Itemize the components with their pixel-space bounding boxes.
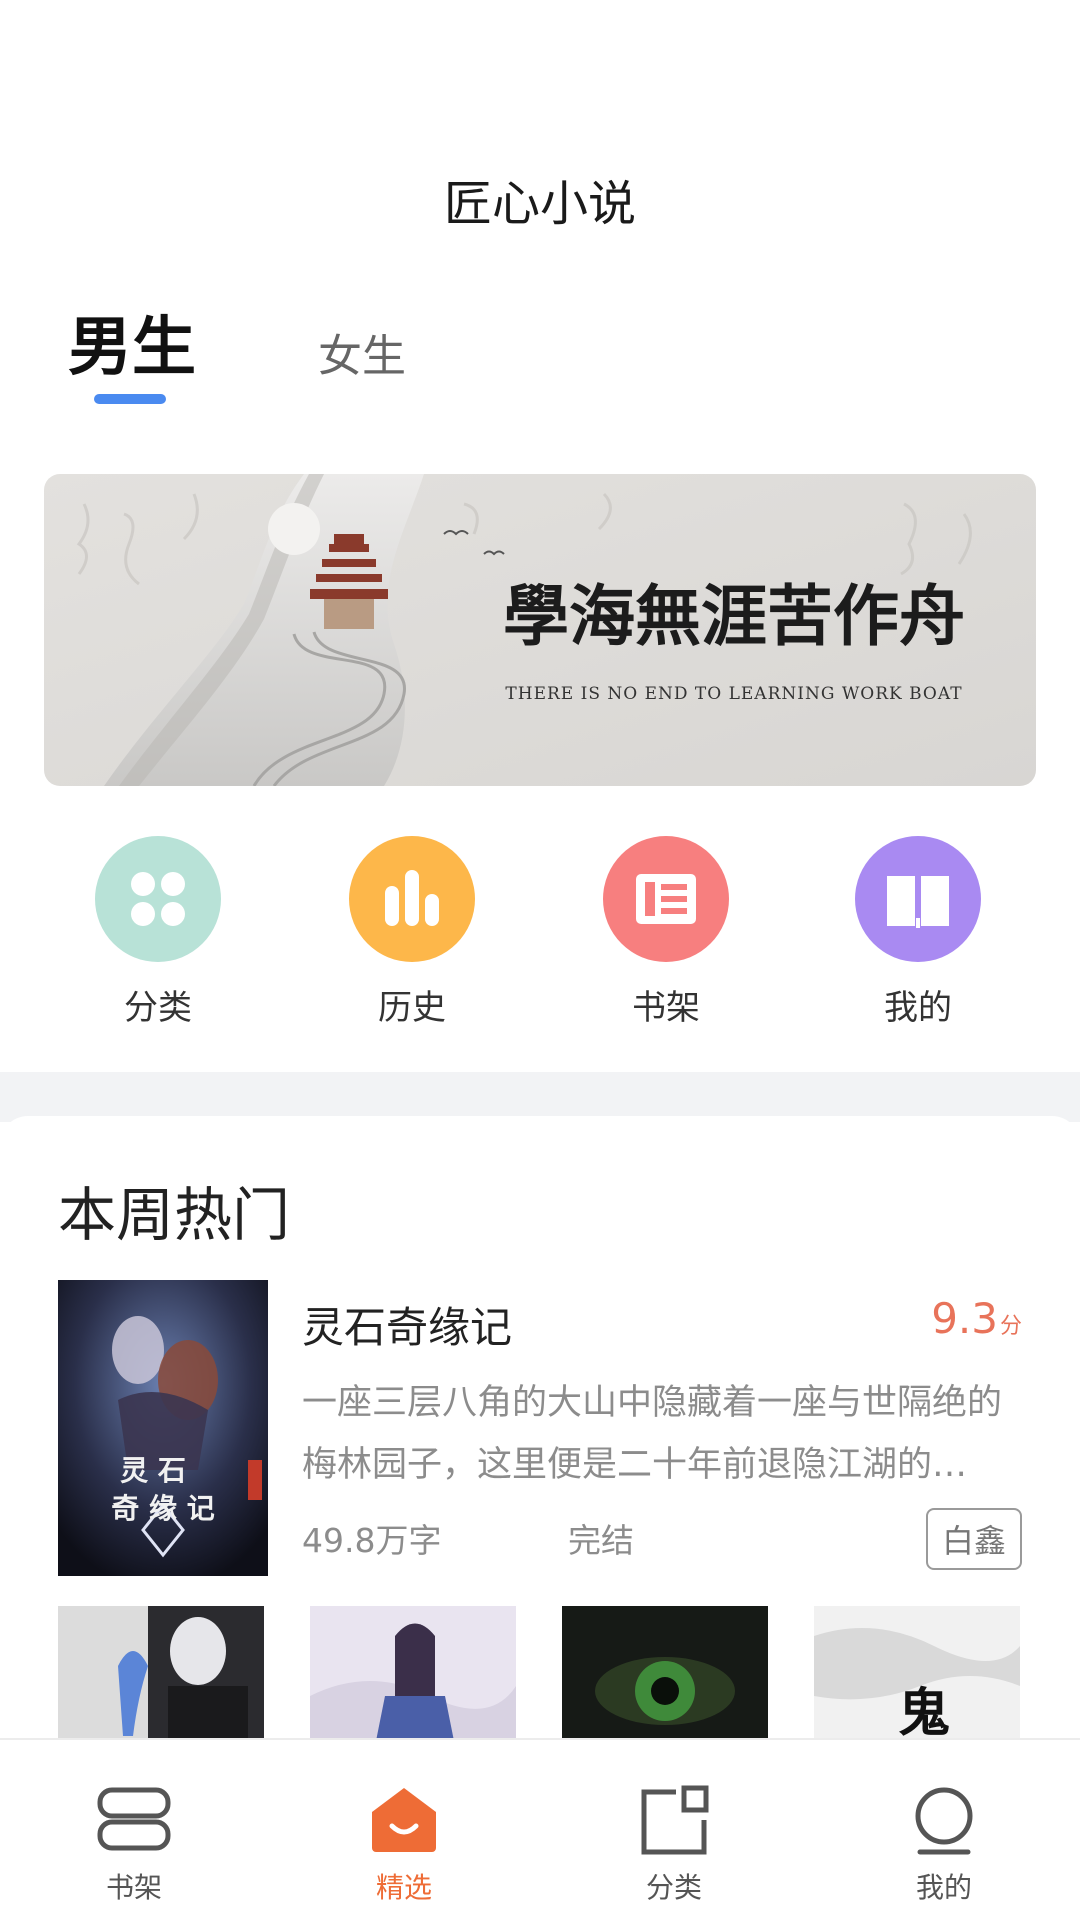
quick-entry-row: 分类 历史 书架 我的 bbox=[0, 836, 1080, 1029]
book-thumb[interactable] bbox=[310, 1606, 516, 1746]
quick-entry-label: 分类 bbox=[124, 988, 192, 1028]
cover-title-text: 鬼 bbox=[898, 1683, 950, 1744]
book-thumb[interactable] bbox=[58, 1606, 264, 1746]
bar-chart-icon bbox=[349, 836, 475, 962]
book-cover[interactable]: 灵 石 奇 缘 记 bbox=[58, 1280, 268, 1576]
bookshelf-icon bbox=[97, 1787, 171, 1851]
score-unit: 分 bbox=[999, 1314, 1022, 1339]
gender-tabs: 男生 女生 bbox=[0, 296, 1080, 406]
featured-book[interactable]: 灵 石 奇 缘 记 灵石奇缘记 9.3分 一座三层八角的大山中隐藏着一座与世隔绝… bbox=[0, 1280, 1080, 1580]
score-value: 9.3 bbox=[931, 1294, 998, 1343]
book-thumb[interactable] bbox=[562, 1606, 768, 1746]
cover-ink-ghost-icon: 鬼 bbox=[814, 1606, 1020, 1746]
bookshelf-icon bbox=[603, 836, 729, 962]
open-book-icon bbox=[855, 836, 981, 962]
quick-entry-label: 书架 bbox=[632, 988, 700, 1028]
banner-calligraphy: 學海無涯苦作舟 bbox=[503, 577, 965, 655]
active-tab-indicator bbox=[94, 394, 166, 404]
nav-featured[interactable]: 精选 bbox=[304, 1740, 504, 1920]
nav-mine[interactable]: 我的 bbox=[844, 1740, 1044, 1920]
tab-male[interactable]: 男生 bbox=[68, 296, 196, 388]
book-score: 9.3分 bbox=[931, 1294, 1022, 1343]
book-description: 一座三层八角的大山中隐藏着一座与世隔绝的梅林园子，这里便是二十年前退隐江湖的… bbox=[302, 1383, 1003, 1485]
banner-illustration: 學海無涯苦作舟 THERE IS NO END TO LEARNING WORK… bbox=[44, 474, 1036, 786]
section-divider bbox=[0, 1072, 1080, 1122]
app-title: 匠心小说 bbox=[443, 176, 636, 232]
quick-entry-history[interactable]: 历史 bbox=[332, 836, 492, 1029]
tab-female[interactable]: 女生 bbox=[318, 320, 406, 384]
svg-text:奇 缘 记: 奇 缘 记 bbox=[111, 1492, 215, 1525]
banner-subtitle: THERE IS NO END TO LEARNING WORK BOAT bbox=[505, 684, 962, 704]
grid-icon bbox=[95, 836, 221, 962]
quick-entry-label: 我的 bbox=[884, 988, 952, 1028]
cover-green-eye-icon bbox=[562, 1606, 768, 1746]
category-icon bbox=[641, 1785, 709, 1855]
quick-entry-mine[interactable]: 我的 bbox=[838, 836, 998, 1029]
nav-label: 书架 bbox=[105, 1871, 162, 1904]
book-thumb[interactable]: 鬼 bbox=[814, 1606, 1020, 1746]
quick-entry-category[interactable]: 分类 bbox=[78, 836, 238, 1029]
author-tag[interactable]: 白鑫 bbox=[925, 1508, 1022, 1570]
promo-banner[interactable]: 學海無涯苦作舟 THERE IS NO END TO LEARNING WORK… bbox=[44, 474, 1036, 786]
nav-bookshelf[interactable]: 书架 bbox=[34, 1740, 234, 1920]
cover-dark-hero-icon bbox=[58, 1606, 264, 1746]
section-title: 本周热门 bbox=[58, 1181, 291, 1249]
quick-entry-bookshelf[interactable]: 书架 bbox=[586, 836, 746, 1029]
nav-category[interactable]: 分类 bbox=[574, 1740, 774, 1920]
app-page: 匠心小说 男生 女生 學海無涯苦作舟 THERE IS NO END TO LE… bbox=[0, 0, 1080, 1920]
book-title[interactable]: 灵石奇缘记 bbox=[302, 1294, 512, 1355]
book-status: 完结 bbox=[568, 1521, 634, 1560]
svg-text:灵 石: 灵 石 bbox=[120, 1454, 186, 1487]
quick-entry-label: 历史 bbox=[378, 988, 446, 1028]
cover-fantasy-warrior-icon bbox=[310, 1606, 516, 1746]
book-thumb-row: 鬼 bbox=[0, 1606, 1080, 1746]
profile-icon bbox=[915, 1787, 973, 1855]
nav-label: 分类 bbox=[645, 1871, 702, 1904]
book-word-count: 49.8万字 bbox=[302, 1521, 442, 1560]
bottom-nav: 书架 精选 分类 我的 bbox=[0, 1738, 1080, 1920]
nav-label: 我的 bbox=[915, 1871, 972, 1904]
home-icon bbox=[372, 1788, 436, 1852]
nav-label: 精选 bbox=[375, 1871, 432, 1904]
